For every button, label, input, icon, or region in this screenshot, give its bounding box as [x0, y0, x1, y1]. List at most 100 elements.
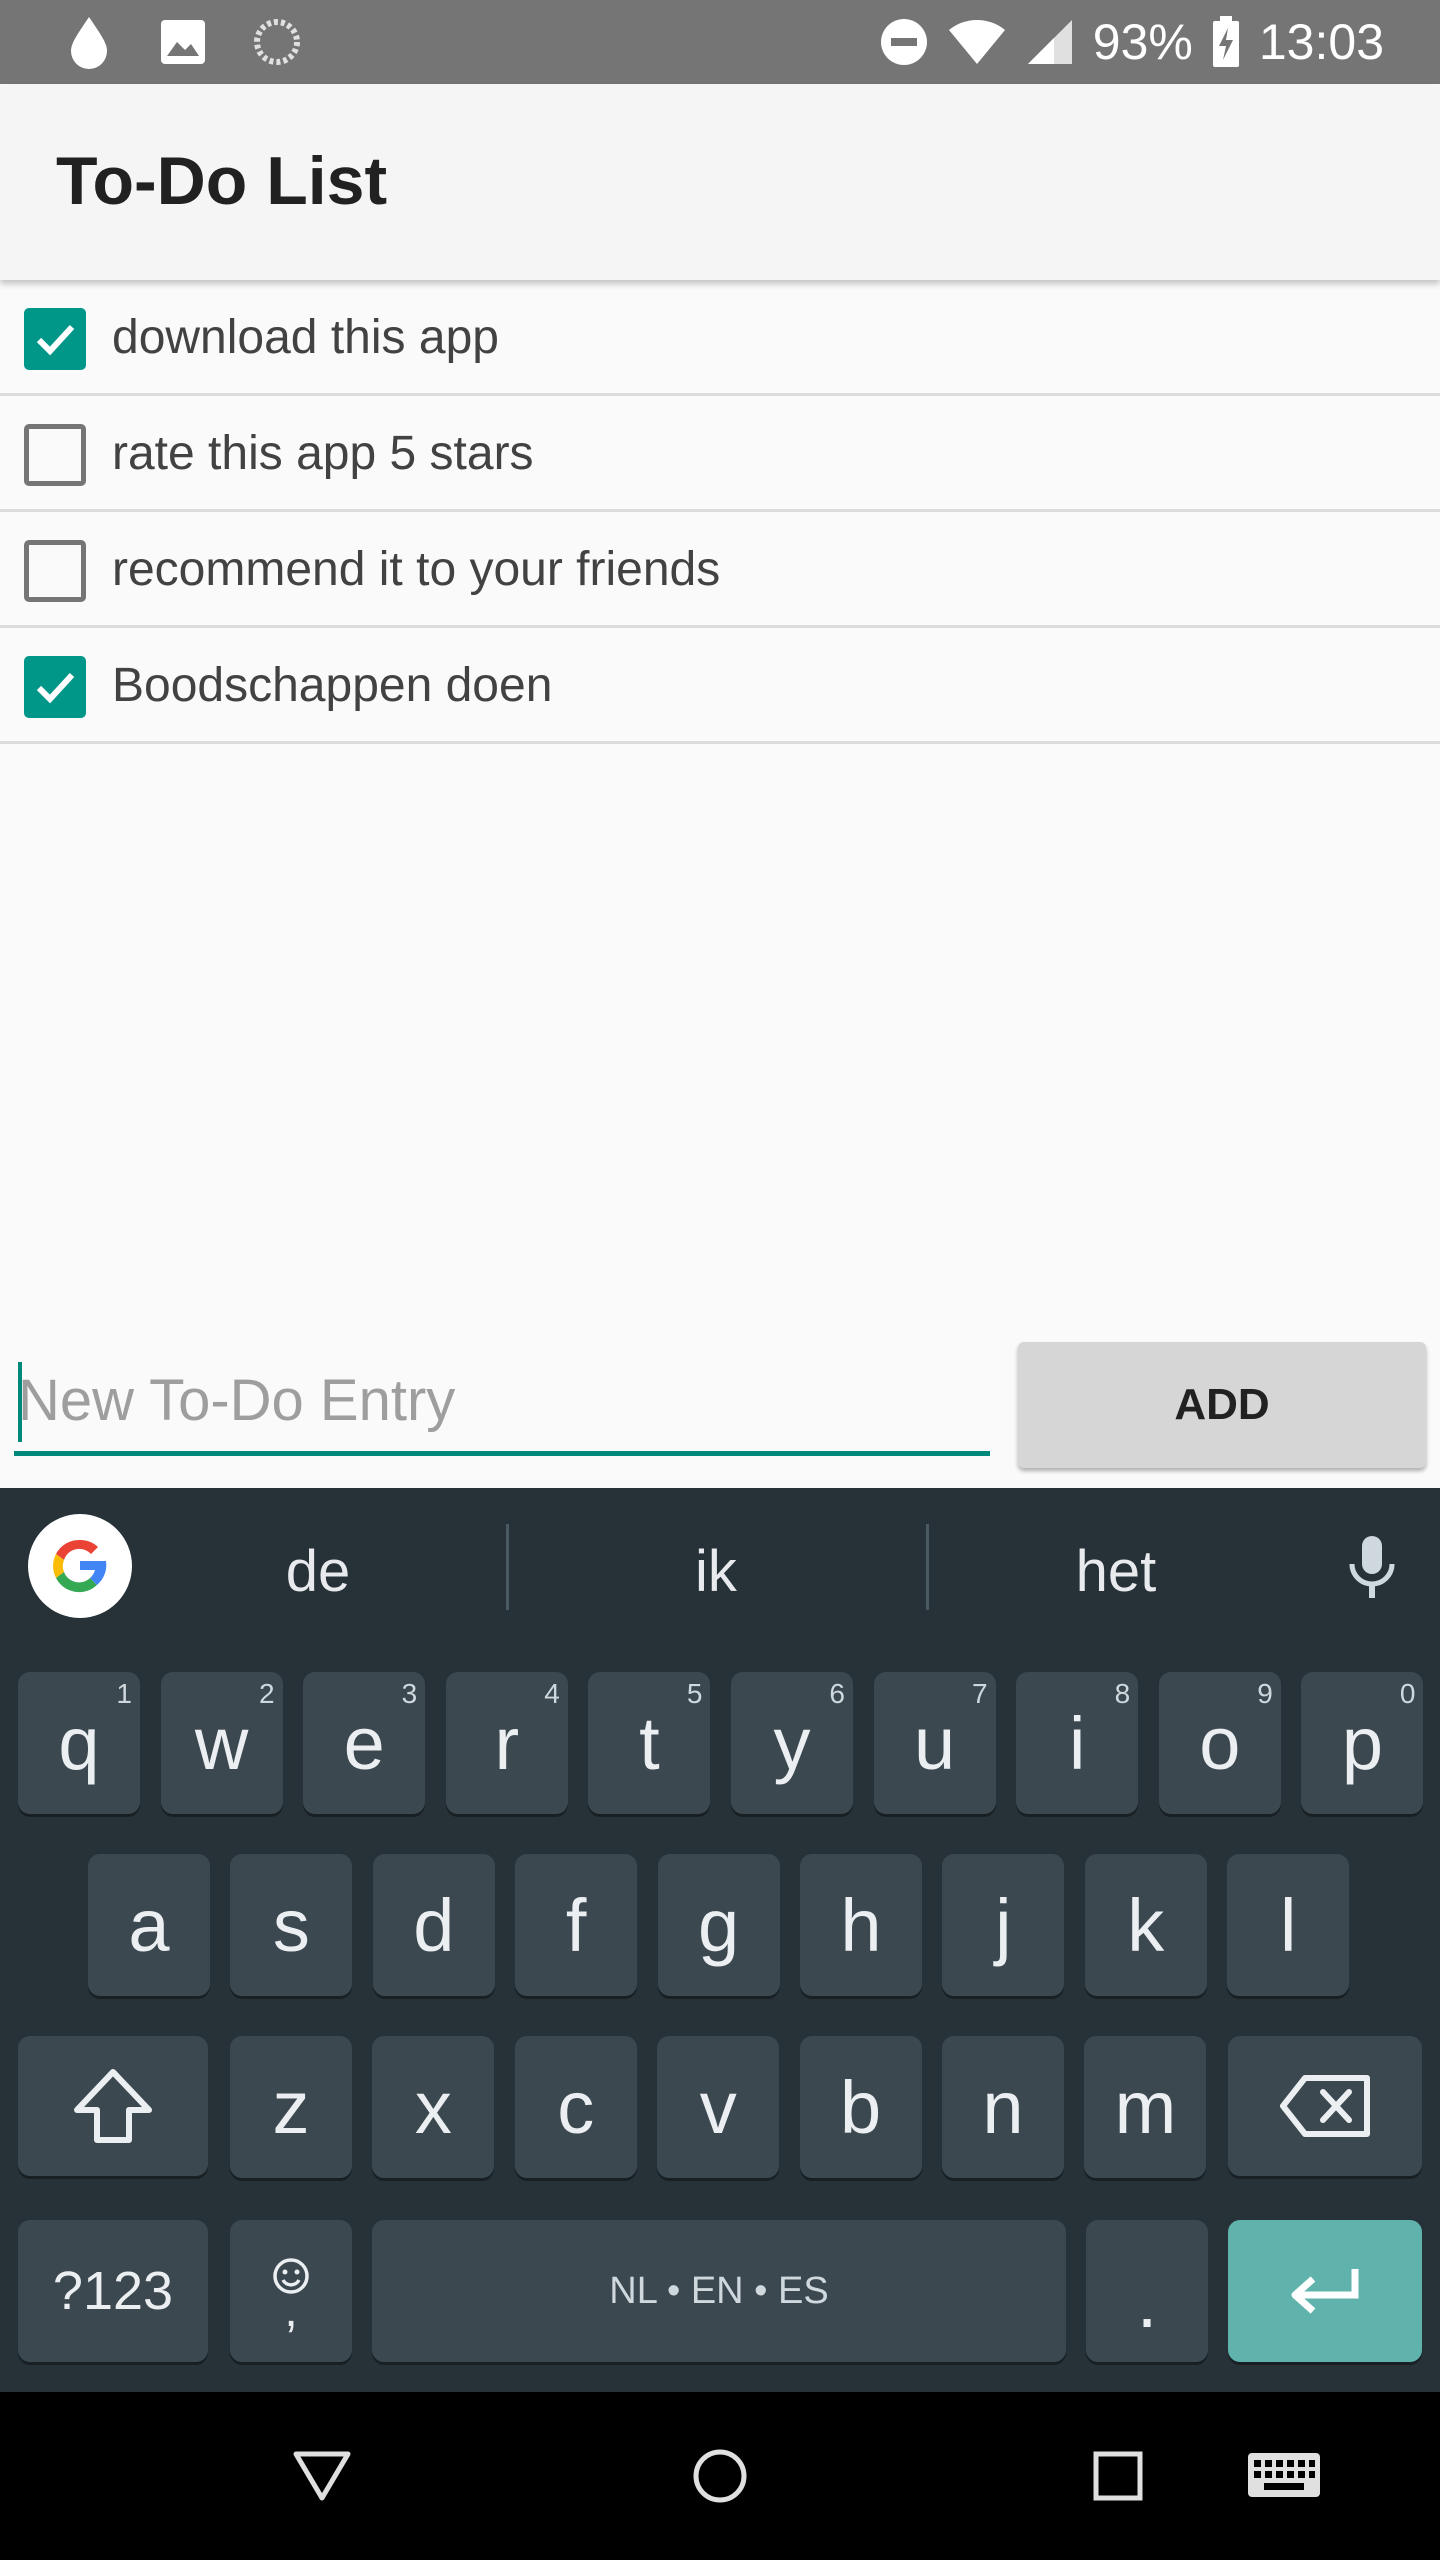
key-z[interactable]: z	[230, 2036, 352, 2178]
todo-checkbox[interactable]	[24, 424, 86, 486]
key-label: p	[1341, 1701, 1383, 1785]
key-h[interactable]: h	[800, 1854, 922, 1996]
comma-label: ,	[284, 2284, 298, 2337]
key-j[interactable]: j	[942, 1854, 1065, 1996]
emoji-comma-key[interactable]: ,	[230, 2220, 352, 2362]
key-e[interactable]: e3	[303, 1672, 426, 1814]
checkmark-icon	[36, 672, 75, 704]
water-drop-icon	[64, 17, 114, 69]
key-y[interactable]: y6	[731, 1672, 853, 1814]
key-label: e	[343, 1701, 385, 1785]
key-label: t	[639, 1701, 660, 1785]
todo-row[interactable]: recommend it to your friends	[0, 512, 1440, 628]
space-key[interactable]: NL • EN • ES	[372, 2220, 1066, 2362]
key-n[interactable]: n	[942, 2036, 1064, 2178]
key-p[interactable]: p0	[1301, 1672, 1424, 1814]
suggestion-3[interactable]: het	[966, 1538, 1266, 1605]
suggestion-divider	[926, 1524, 929, 1610]
image-icon	[158, 17, 208, 67]
key-label: w	[194, 1701, 249, 1785]
key-hint: 4	[544, 1678, 560, 1709]
soft-keyboard: de ik het q1w2e3r4t5y6u7i8o9p0 asdfghjkl…	[0, 1488, 1440, 2392]
todo-checkbox[interactable]	[24, 540, 86, 602]
key-label: o	[1199, 1701, 1241, 1785]
key-a[interactable]: a	[88, 1854, 210, 1996]
todo-row[interactable]: rate this app 5 stars	[0, 396, 1440, 512]
todo-list: download this app rate this app 5 stars …	[0, 280, 1440, 744]
key-b[interactable]: b	[799, 2036, 922, 2178]
key-g[interactable]: g	[657, 1854, 780, 1996]
status-bar: 93% 13:03	[0, 0, 1440, 84]
key-label: u	[914, 1701, 956, 1785]
key-hint: 6	[829, 1678, 845, 1709]
microphone-icon[interactable]	[1340, 1532, 1404, 1609]
backspace-key[interactable]	[1228, 2036, 1422, 2176]
key-hint: 2	[259, 1678, 275, 1709]
keyboard-switch-icon[interactable]	[1240, 2436, 1328, 2516]
recents-icon[interactable]	[1078, 2436, 1158, 2516]
sync-icon	[252, 17, 302, 67]
key-w[interactable]: w2	[160, 1672, 283, 1814]
todo-label: download this app	[112, 311, 499, 364]
key-label: q	[58, 1701, 100, 1785]
signal-icon	[1025, 17, 1075, 67]
key-k[interactable]: k	[1084, 1854, 1207, 1996]
home-icon[interactable]	[680, 2436, 760, 2516]
key-hint: 1	[116, 1678, 132, 1709]
new-todo-input[interactable]	[14, 1350, 990, 1456]
key-hint: 3	[401, 1678, 418, 1709]
todo-label: recommend it to your friends	[112, 543, 721, 596]
todo-row[interactable]: download this app	[0, 280, 1440, 396]
checkmark-icon	[36, 324, 75, 356]
key-hint: 7	[972, 1678, 988, 1709]
key-x[interactable]: x	[372, 2036, 495, 2178]
todo-label: rate this app 5 stars	[112, 427, 534, 480]
key-s[interactable]: s	[230, 1854, 353, 1996]
todo-label: Boodschappen doen	[112, 659, 553, 712]
todo-checkbox[interactable]	[24, 308, 86, 370]
key-t[interactable]: t5	[588, 1672, 711, 1814]
todo-row[interactable]: Boodschappen doen	[0, 628, 1440, 744]
todo-checkbox[interactable]	[24, 656, 86, 718]
key-label: r	[494, 1701, 520, 1785]
battery-percent: 93%	[1092, 14, 1193, 70]
key-m[interactable]: m	[1084, 2036, 1207, 2178]
key-o[interactable]: o9	[1158, 1672, 1281, 1814]
suggestion-divider	[506, 1524, 509, 1610]
key-hint: 0	[1399, 1678, 1416, 1709]
key-r[interactable]: r4	[445, 1672, 568, 1814]
google-icon[interactable]	[28, 1514, 132, 1618]
key-hint: 5	[686, 1678, 703, 1709]
suggestion-2[interactable]: ik	[566, 1538, 866, 1605]
key-l[interactable]: l	[1227, 1854, 1350, 1996]
page-title: To-Do List	[56, 143, 388, 219]
battery-charging-icon	[1211, 16, 1241, 67]
suggestion-1[interactable]: de	[168, 1538, 468, 1605]
key-hint: 8	[1114, 1678, 1131, 1709]
shift-key[interactable]	[18, 2036, 208, 2176]
back-icon[interactable]	[282, 2436, 362, 2516]
new-entry-container	[14, 1350, 990, 1456]
key-c[interactable]: c	[514, 2036, 637, 2178]
key-hint: 9	[1257, 1678, 1273, 1709]
symbols-key[interactable]: ?123	[18, 2220, 208, 2362]
navigation-bar	[0, 2392, 1440, 2560]
wifi-icon	[947, 17, 1007, 67]
app-bar: To-Do List	[0, 84, 1440, 280]
enter-key[interactable]	[1228, 2220, 1422, 2362]
key-u[interactable]: u7	[873, 1672, 996, 1814]
enter-icon	[1291, 2269, 1359, 2314]
suggestion-bar: de ik het	[0, 1488, 1440, 1648]
key-i[interactable]: i8	[1016, 1672, 1139, 1814]
key-v[interactable]: v	[657, 2036, 780, 2178]
key-d[interactable]: d	[372, 1854, 495, 1996]
key-label: i	[1068, 1701, 1086, 1785]
key-q[interactable]: q1	[18, 1672, 140, 1814]
text-cursor	[18, 1362, 22, 1442]
do-not-disturb-icon	[879, 17, 929, 67]
key-f[interactable]: f	[515, 1854, 638, 1996]
add-button[interactable]: ADD	[1018, 1342, 1426, 1468]
key-label: y	[773, 1701, 811, 1785]
clock: 13:03	[1258, 14, 1384, 70]
period-key[interactable]: .	[1086, 2220, 1208, 2362]
